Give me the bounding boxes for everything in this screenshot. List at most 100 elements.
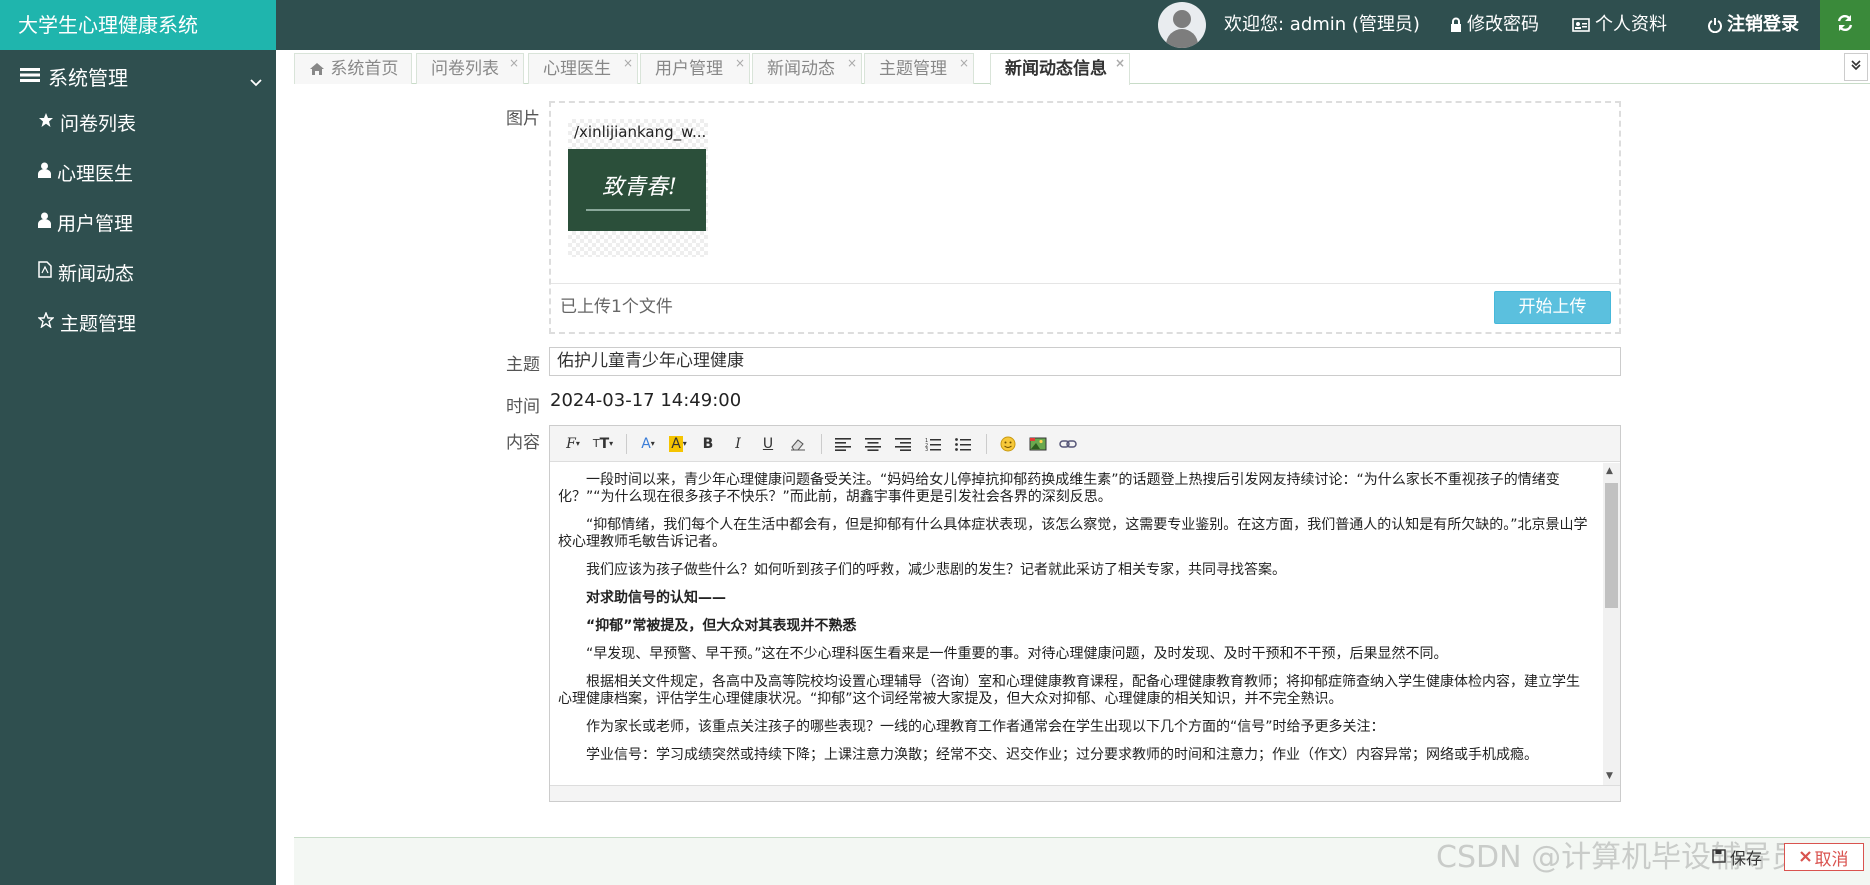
- emoji-icon[interactable]: [995, 432, 1021, 456]
- close-icon[interactable]: ×: [623, 48, 633, 78]
- avatar[interactable]: [1158, 2, 1206, 48]
- uploaded-file-thumbnail[interactable]: /xinlijiankang_w... 致青春!: [568, 119, 708, 257]
- tab-label: 问卷列表: [431, 59, 499, 79]
- star-icon: [38, 111, 54, 133]
- profile-label: 个人资料: [1595, 14, 1667, 35]
- editor-resize-handle[interactable]: [550, 785, 1620, 801]
- content-paragraph: 一段时间以来，青少年心理健康问题备受关注。“妈妈给女儿停掉抗抑郁药换成维生素”的…: [558, 472, 1560, 505]
- content-paragraph: “早发现、早预警、早干预。”这在不少心理科医生看来是一件重要的事。对待心理健康问…: [586, 646, 1448, 662]
- refresh-button[interactable]: [1820, 0, 1870, 50]
- sidebar-item-label: 问卷列表: [60, 112, 137, 135]
- tab-home[interactable]: 系统首页: [294, 53, 412, 84]
- content-paragraph: “抑郁”常被提及，但大众对其表现并不熟悉: [586, 618, 857, 634]
- profile-link[interactable]: 个人资料: [1572, 0, 1667, 50]
- eraser-icon[interactable]: [785, 432, 811, 456]
- editor-content[interactable]: 一段时间以来，青少年心理健康问题备受关注。“妈妈给女儿停掉抗抑郁药换成维生素”的…: [550, 463, 1602, 785]
- cancel-label: 取消: [1814, 849, 1849, 870]
- tab-questionnaire[interactable]: 问卷列表 ×: [416, 53, 524, 84]
- sidebar-item-label: 心理医生: [57, 162, 134, 185]
- highlight-icon[interactable]: A ▾: [665, 432, 691, 456]
- upload-area[interactable]: /xinlijiankang_w... 致青春! 已上传1个文件 开始上传: [549, 101, 1621, 334]
- tab-label: 新闻动态信息: [1005, 59, 1107, 79]
- document-icon: [38, 261, 52, 283]
- content-paragraph: “抑郁情绪，我们每个人在生活中都会有，但是抑郁有什么具体症状表现，该怎么察觉，这…: [558, 517, 1588, 550]
- file-name: /xinlijiankang_w...: [574, 123, 706, 141]
- content-paragraph: 对求助信号的认知——: [586, 590, 726, 606]
- close-icon[interactable]: ×: [959, 48, 969, 78]
- close-icon[interactable]: ×: [1115, 48, 1125, 78]
- save-label: 保存: [1730, 849, 1763, 868]
- tab-news[interactable]: 新闻动态 ×: [752, 53, 862, 84]
- user-icon: [38, 161, 51, 183]
- sidebar-item-label: 主题管理: [60, 312, 137, 335]
- sidebar-item-topics[interactable]: 主题管理: [0, 302, 276, 342]
- time-value: 2024-03-17 14:49:00: [550, 390, 742, 411]
- content-paragraph: 学业信号：学习成绩突然或持续下降；上课注意力涣散；经常不交、迟交作业；过分要求教…: [586, 747, 1538, 763]
- sidebar-group-label: 系统管理: [48, 65, 128, 90]
- tab-label: 系统首页: [330, 59, 399, 79]
- align-right-icon[interactable]: [890, 432, 916, 456]
- upload-footer: 已上传1个文件 开始上传: [551, 283, 1619, 332]
- underline-icon[interactable]: U: [755, 432, 781, 456]
- change-password-label: 修改密码: [1467, 14, 1539, 35]
- close-icon[interactable]: ×: [735, 48, 745, 78]
- logout-link[interactable]: 注销登录: [1708, 0, 1799, 50]
- content-paragraph: 我们应该为孩子做些什么？如何听到孩子们的呼救，减少悲剧的发生？记者就此采访了相关…: [586, 562, 1286, 578]
- tab-doctor[interactable]: 心理医生 ×: [528, 53, 638, 84]
- image-label: 图片: [506, 109, 540, 129]
- scrollbar-thumb[interactable]: [1605, 483, 1618, 608]
- sidebar-item-users[interactable]: 用户管理: [0, 202, 276, 242]
- tab-label: 心理医生: [543, 59, 611, 79]
- star-outline-icon: [37, 311, 55, 333]
- tab-news-detail[interactable]: 新闻动态信息 ×: [990, 53, 1130, 85]
- editor-scrollbar[interactable]: ▲ ▼: [1603, 463, 1620, 785]
- upload-count: 已上传1个文件: [560, 297, 673, 317]
- sidebar: 系统管理 问卷列表 心理医生 用户管理 新闻动态 主题管理: [0, 50, 276, 885]
- align-center-icon[interactable]: [860, 432, 886, 456]
- tab-label: 主题管理: [879, 59, 947, 79]
- user-icon: [38, 211, 51, 233]
- content-paragraph: 作为家长或老师，该重点关注孩子的哪些表现？一线的心理教育工作者通常会在学生出现以…: [586, 719, 1385, 735]
- tab-label: 用户管理: [655, 59, 723, 79]
- tab-users[interactable]: 用户管理 ×: [640, 53, 750, 84]
- unordered-list-icon[interactable]: [950, 432, 976, 456]
- top-bar: 大学生心理健康系统 欢迎您: admin (管理员) 修改密码 个人资料 注销登…: [0, 0, 1870, 50]
- font-size-icon[interactable]: T T ▾: [590, 432, 616, 456]
- bold-icon[interactable]: B: [695, 432, 721, 456]
- power-icon: [1708, 17, 1722, 33]
- sidebar-group-system[interactable]: 系统管理: [0, 50, 276, 102]
- save-button[interactable]: 保存: [1712, 843, 1762, 871]
- sidebar-item-questionnaire[interactable]: 问卷列表: [0, 102, 276, 142]
- editor-toolbar: F ▾ T T ▾ A ▾ A ▾ B I U 123: [550, 426, 1620, 462]
- font-family-icon[interactable]: F ▾: [560, 432, 586, 456]
- svg-text:3: 3: [925, 447, 928, 451]
- subject-label: 主题: [506, 355, 540, 375]
- menu-icon: [20, 64, 40, 88]
- close-icon[interactable]: ×: [847, 48, 857, 78]
- ordered-list-icon[interactable]: 123: [920, 432, 946, 456]
- thumbnail-image: 致青春!: [568, 149, 706, 231]
- align-left-icon[interactable]: [830, 432, 856, 456]
- id-card-icon: [1572, 18, 1590, 32]
- cancel-button[interactable]: 取消: [1784, 843, 1864, 871]
- change-password-link[interactable]: 修改密码: [1450, 0, 1539, 50]
- content-paragraph: 根据相关文件规定，各高中及高等院校均设置心理辅导（咨询）室和心理健康教育课程，配…: [558, 674, 1580, 707]
- sidebar-item-news[interactable]: 新闻动态: [0, 252, 276, 292]
- sidebar-item-doctor[interactable]: 心理医生: [0, 152, 276, 192]
- font-color-icon[interactable]: A ▾: [635, 432, 661, 456]
- tab-menu-button[interactable]: [1844, 53, 1868, 81]
- italic-icon[interactable]: I: [725, 432, 751, 456]
- insert-image-icon[interactable]: [1025, 432, 1051, 456]
- tab-topics[interactable]: 主题管理 ×: [864, 53, 974, 84]
- double-chevron-down-icon: [1850, 59, 1862, 75]
- tab-label: 新闻动态: [767, 59, 835, 79]
- rich-text-editor[interactable]: F ▾ T T ▾ A ▾ A ▾ B I U 123 一段时间以来，青少年心理健康问题备…: [549, 425, 1621, 802]
- tab-bar: 系统首页 问卷列表 × 心理医生 × 用户管理 × 新闻动态 × 主题管理 × 新闻动态信…: [294, 50, 1870, 85]
- link-icon[interactable]: [1055, 432, 1081, 456]
- thumbnail-text: 致青春!: [602, 175, 677, 200]
- save-icon: [1712, 848, 1726, 867]
- content-label: 内容: [506, 433, 540, 453]
- close-icon[interactable]: ×: [509, 48, 519, 78]
- start-upload-button[interactable]: 开始上传: [1494, 291, 1611, 324]
- subject-input[interactable]: 佑护儿童青少年心理健康: [549, 347, 1621, 376]
